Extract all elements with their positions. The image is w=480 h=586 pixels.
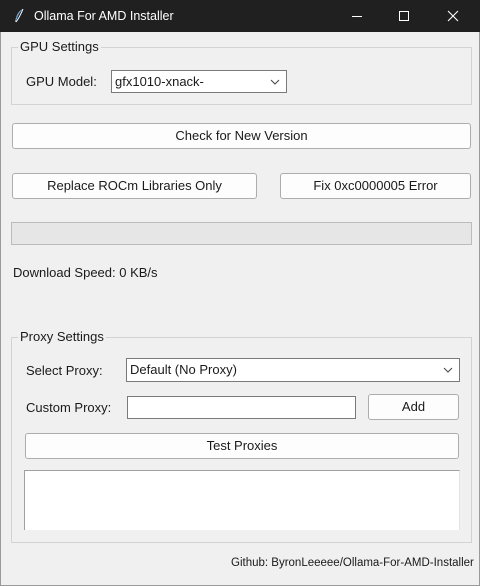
chevron-down-icon [443, 367, 453, 373]
gpu-model-select[interactable]: gfx1010-xnack- [111, 70, 287, 93]
gpu-model-label: GPU Model: [26, 74, 97, 89]
replace-rocm-label: Replace ROCm Libraries Only [47, 178, 222, 193]
fix-error-label: Fix 0xc0000005 Error [313, 178, 438, 193]
minimize-icon [352, 16, 362, 17]
check-version-label: Check for New Version [175, 128, 308, 143]
gpu-settings-legend: GPU Settings [18, 39, 101, 54]
add-proxy-button[interactable]: Add [368, 394, 459, 420]
test-proxies-label: Test Proxies [206, 438, 278, 453]
title-bar: Ollama For AMD Installer [0, 0, 480, 32]
gpu-model-value: gfx1010-xnack- [115, 74, 204, 89]
window-title: Ollama For AMD Installer [34, 9, 174, 23]
proxy-select-value: Default (No Proxy) [130, 362, 237, 377]
download-speed-label: Download Speed: 0 KB/s [13, 265, 158, 280]
test-proxies-button[interactable]: Test Proxies [25, 433, 459, 459]
proxy-settings-legend: Proxy Settings [18, 329, 106, 344]
maximize-icon [399, 11, 409, 21]
chevron-down-icon [270, 79, 280, 85]
custom-proxy-label: Custom Proxy: [26, 400, 112, 415]
check-version-button[interactable]: Check for New Version [12, 123, 471, 149]
fix-error-button[interactable]: Fix 0xc0000005 Error [280, 173, 471, 199]
custom-proxy-input[interactable] [127, 396, 356, 419]
app-feather-icon [15, 8, 24, 23]
github-footer-link[interactable]: Github: ByronLeeeee/Ollama-For-AMD-Insta… [231, 557, 474, 569]
add-proxy-label: Add [401, 399, 426, 414]
proxy-log-textbox[interactable] [24, 470, 460, 530]
maximize-button[interactable] [381, 0, 427, 32]
minimize-button[interactable] [334, 0, 380, 32]
close-button[interactable] [430, 0, 476, 32]
download-progress-bar [11, 222, 472, 245]
replace-rocm-button[interactable]: Replace ROCm Libraries Only [12, 173, 257, 199]
select-proxy-label: Select Proxy: [26, 363, 103, 378]
close-icon [447, 10, 459, 22]
proxy-select[interactable]: Default (No Proxy) [126, 358, 460, 382]
